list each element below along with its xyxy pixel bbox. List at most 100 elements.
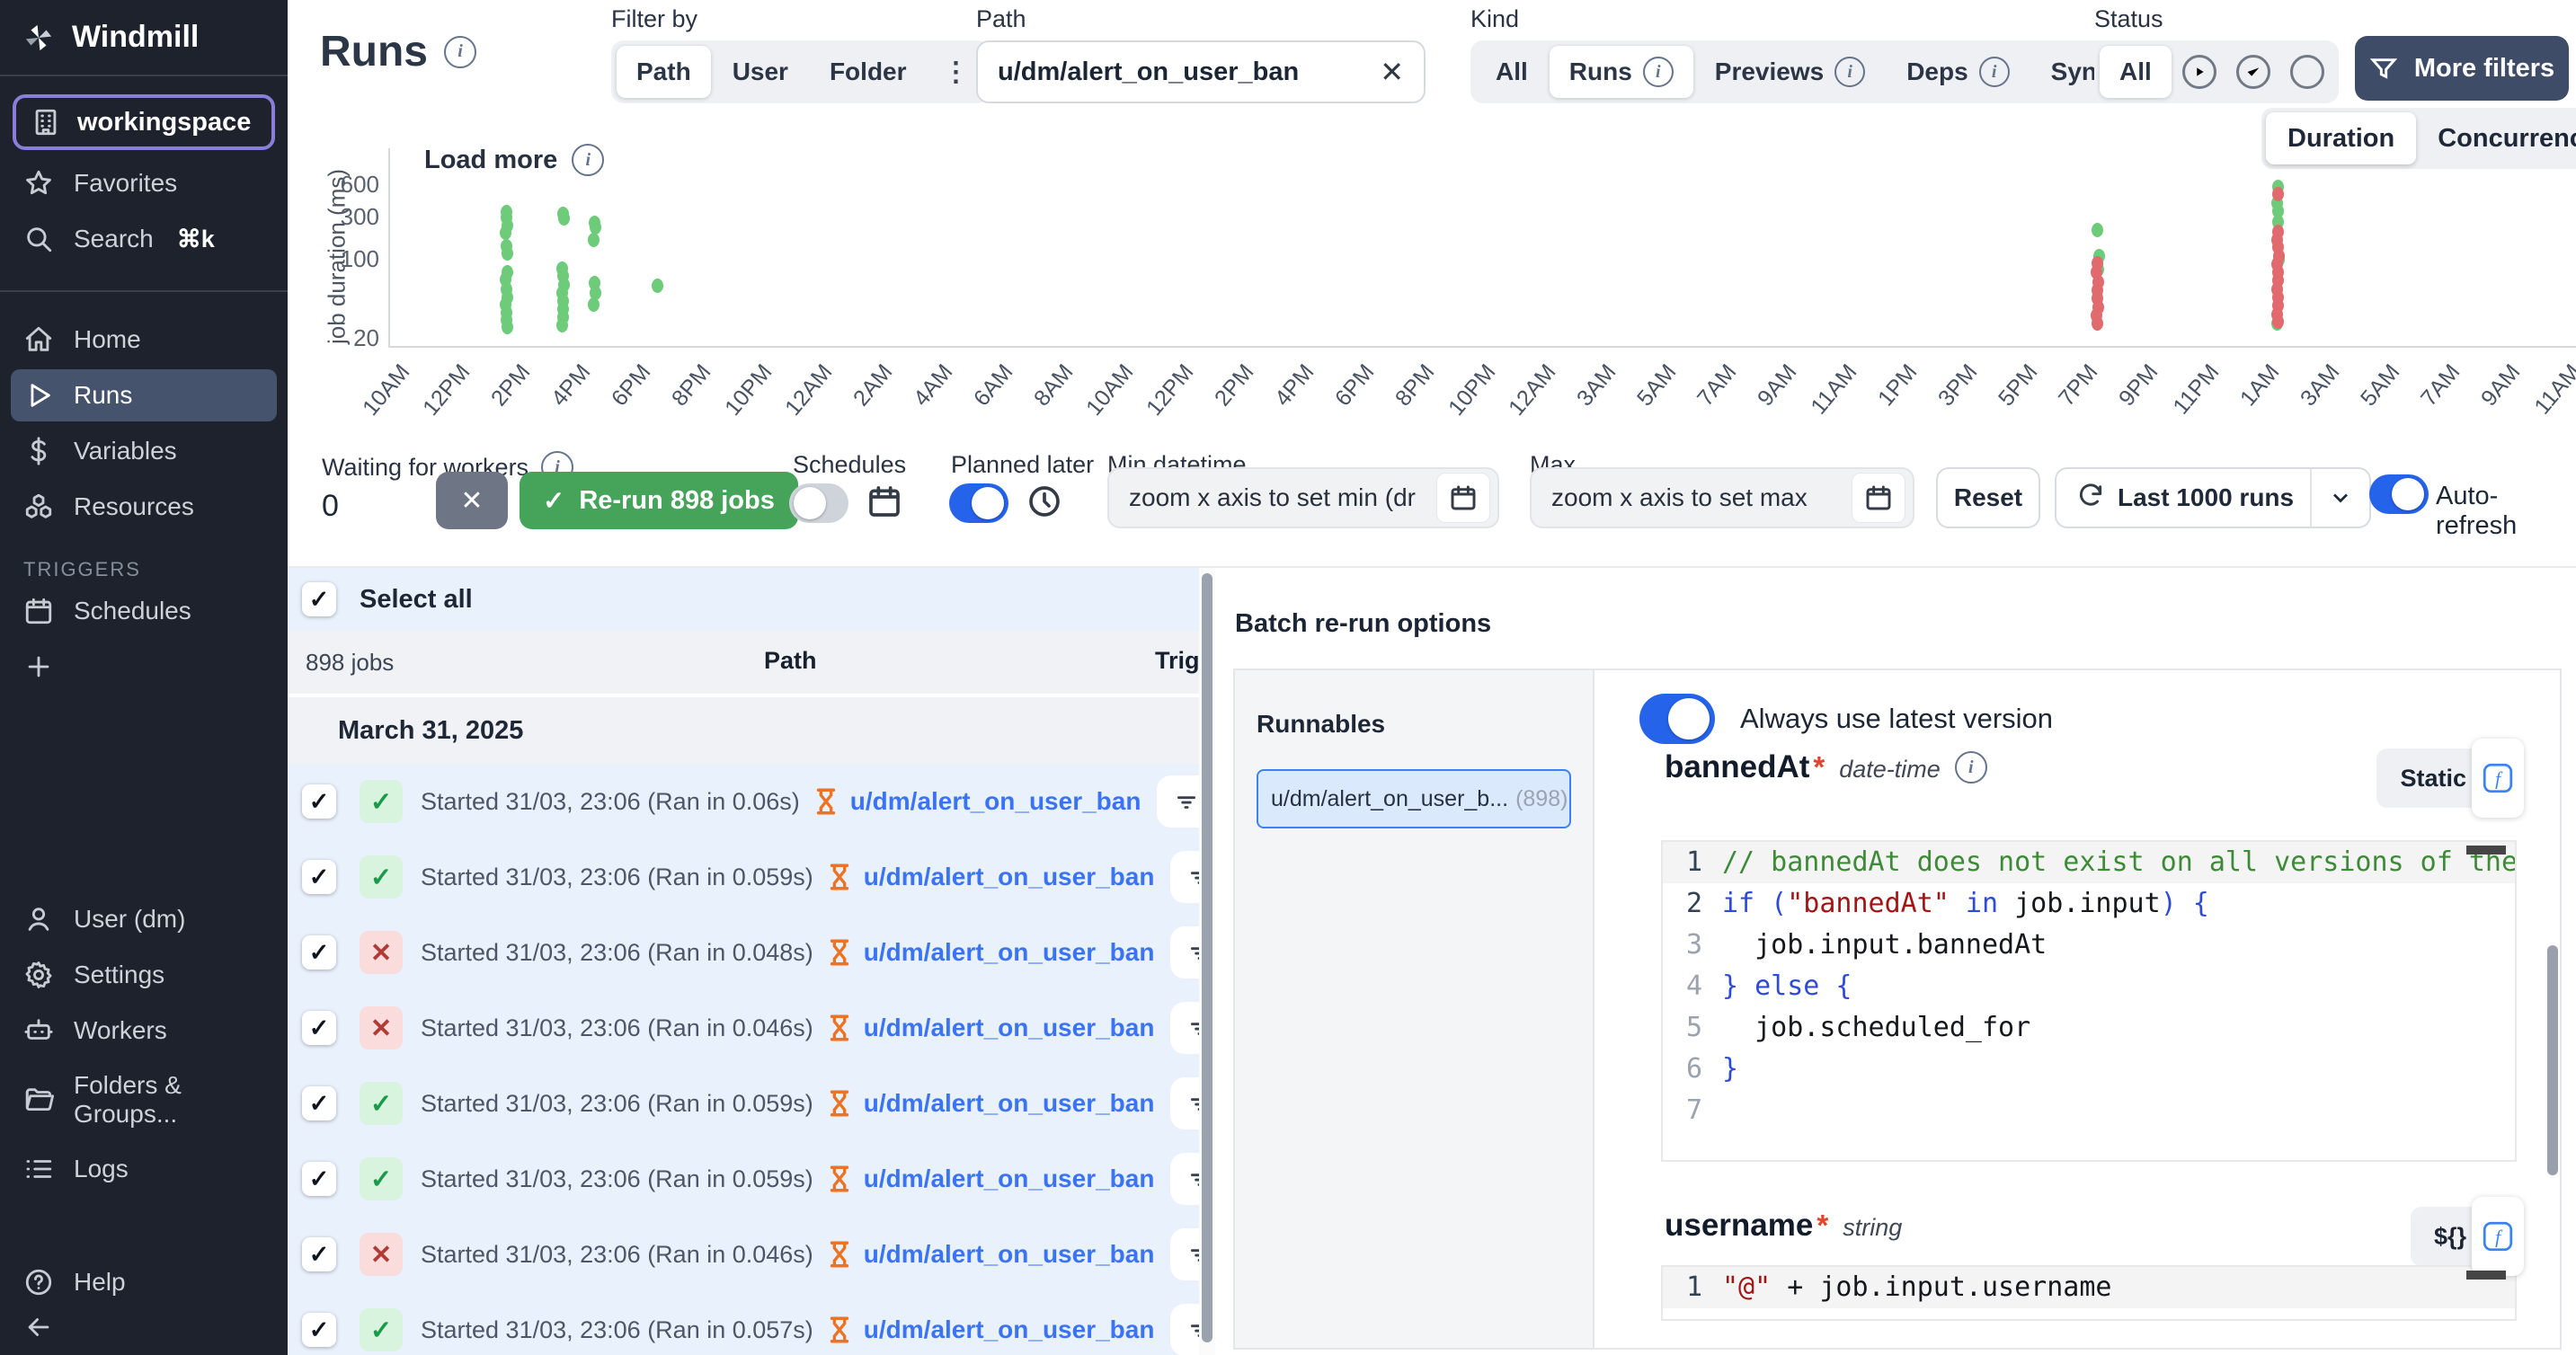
table-row[interactable]: ✓✓Started 31/03, 23:06 (Ran in 0.06s)u/d… [288, 764, 1199, 839]
failed-run-dot[interactable] [2092, 316, 2103, 331]
cancel-selection-button[interactable]: ✕ [436, 472, 508, 529]
sidebar-item-schedules[interactable]: Schedules [0, 583, 288, 639]
success-run-dot[interactable] [558, 211, 570, 226]
row-checkbox[interactable]: ✓ [302, 1011, 336, 1045]
sidebar-item-home[interactable]: Home [0, 312, 288, 368]
schedules-toggle[interactable] [789, 483, 848, 523]
sidebar-item-workers[interactable]: Workers [0, 1003, 288, 1058]
min-datetime-input[interactable]: zoom x axis to set min (dr [1107, 467, 1499, 528]
code-editor-username[interactable]: 1"@" + job.input.username [1661, 1265, 2517, 1321]
row-args-button[interactable] [1170, 1002, 1199, 1054]
run-path-link[interactable]: u/dm/alert_on_user_ban [864, 1165, 1155, 1193]
load-more-info-icon[interactable]: i [572, 144, 604, 176]
row-args-button[interactable] [1157, 775, 1199, 828]
chart-view-duration[interactable]: Duration [2266, 112, 2416, 164]
max-calendar-button[interactable] [1852, 473, 1905, 523]
sidebar-item-logs[interactable]: Logs [0, 1141, 288, 1197]
table-row[interactable]: ✓✕Started 31/03, 23:06 (Ran in 0.046s)u/… [288, 1217, 1199, 1292]
workspace-switcher[interactable]: workingspace [13, 94, 275, 150]
status-option-play-circle[interactable] [2173, 46, 2225, 98]
failed-run-dot[interactable] [2272, 187, 2284, 201]
sidebar-item-folders-groups[interactable]: Folders & Groups... [0, 1058, 288, 1141]
sidebar-item-variables[interactable]: Variables [0, 423, 288, 479]
kind-option-deps[interactable]: Depsi [1887, 46, 2029, 98]
row-args-button[interactable] [1170, 1228, 1199, 1280]
min-calendar-button[interactable] [1436, 473, 1490, 523]
sidebar-item-user-dm[interactable]: User (dm) [0, 891, 288, 947]
table-row[interactable]: ✓✓Started 31/03, 23:06 (Ran in 0.057s)u/… [288, 1292, 1199, 1355]
latest-version-toggle[interactable] [1639, 694, 1715, 744]
sidebar-item-settings[interactable]: Settings [0, 947, 288, 1003]
table-row[interactable]: ✓✕Started 31/03, 23:06 (Ran in 0.046s)u/… [288, 990, 1199, 1066]
mode-option-expression-button[interactable]: f [2472, 1197, 2524, 1276]
success-run-dot[interactable] [652, 279, 663, 293]
row-checkbox[interactable]: ✓ [302, 1162, 336, 1196]
list-scrollbar[interactable] [1199, 568, 1215, 1355]
success-run-dot[interactable] [588, 233, 600, 247]
runs-info-icon[interactable]: i [444, 36, 476, 68]
success-run-dot[interactable] [500, 226, 511, 240]
filter-by-option-user[interactable]: User [713, 46, 808, 98]
row-args-button[interactable] [1170, 1077, 1199, 1129]
sidebar-item-resources[interactable]: Resources [0, 479, 288, 535]
chart-view-concurrency[interactable]: Concurrency [2416, 112, 2576, 164]
kind-option-all[interactable]: All [1476, 46, 1548, 98]
panel-scrollbar-thumb[interactable] [2547, 945, 2558, 1175]
row-args-button[interactable] [1170, 1153, 1199, 1205]
table-row[interactable]: ✓✓Started 31/03, 23:06 (Ran in 0.059s)u/… [288, 1141, 1199, 1217]
run-path-link[interactable]: u/dm/alert_on_user_ban [864, 863, 1155, 891]
editor-hscrollbar-thumb[interactable] [2466, 846, 2506, 855]
status-option-alert-circle[interactable] [2281, 46, 2333, 98]
run-path-link[interactable]: u/dm/alert_on_user_ban [864, 1240, 1155, 1269]
filter-by-option-path[interactable]: Path [617, 46, 711, 98]
run-path-link[interactable]: u/dm/alert_on_user_ban [850, 787, 1141, 816]
rerun-jobs-button[interactable]: ✓ Re-run 898 jobs [520, 472, 798, 529]
success-run-dot[interactable] [556, 318, 568, 332]
table-row[interactable]: ✓✓Started 31/03, 23:06 (Ran in 0.059s)u/… [288, 1066, 1199, 1141]
sidebar-item-plus[interactable] [0, 639, 288, 695]
list-scrollbar-thumb[interactable] [1202, 573, 1212, 1342]
row-checkbox[interactable]: ✓ [302, 1086, 336, 1120]
load-more-button[interactable]: Load more i [424, 144, 604, 176]
path-input[interactable]: u/dm/alert_on_user_ban ✕ [976, 40, 1426, 103]
runs-window-button[interactable]: Last 1000 runs [2055, 467, 2371, 528]
success-run-dot[interactable] [2092, 223, 2103, 237]
editor-hscrollbar-thumb[interactable] [2466, 1271, 2506, 1280]
max-datetime-input[interactable]: zoom x axis to set max [1530, 467, 1914, 528]
filter-by-option-folder[interactable]: Folder [810, 46, 927, 98]
row-checkbox[interactable]: ✓ [302, 1237, 336, 1271]
mode-option-expression-button[interactable]: f [2472, 739, 2524, 818]
status-option-check-circle[interactable] [2227, 46, 2279, 98]
sidebar-item-help[interactable]: Help [0, 1254, 288, 1310]
collapse-sidebar-button[interactable] [0, 1310, 288, 1355]
runnable-item[interactable]: u/dm/alert_on_user_b... (898) [1257, 769, 1571, 828]
success-run-dot[interactable] [502, 246, 513, 261]
run-path-link[interactable]: u/dm/alert_on_user_ban [864, 1315, 1155, 1344]
field-info-icon[interactable]: i [1955, 751, 1987, 784]
table-row[interactable]: ✓✓Started 31/03, 23:06 (Ran in 0.059s)u/… [288, 839, 1199, 915]
row-checkbox[interactable]: ✓ [302, 1313, 336, 1347]
status-option-all[interactable]: All [2100, 46, 2172, 98]
more-filters-button[interactable]: More filters [2355, 36, 2569, 101]
select-all-checkbox[interactable]: ✓ [302, 582, 336, 616]
runs-chart[interactable]: Load more i DurationConcurrency job dura… [288, 108, 2576, 422]
planned-later-toggle[interactable] [949, 483, 1008, 523]
sidebar-item-favorites[interactable]: Favorites [0, 155, 288, 211]
reset-button[interactable]: Reset [1936, 467, 2040, 528]
run-path-link[interactable]: u/dm/alert_on_user_ban [864, 938, 1155, 967]
success-run-dot[interactable] [502, 320, 513, 334]
sidebar-item-runs[interactable]: Runs [11, 369, 277, 421]
sidebar-item-search[interactable]: Search⌘k [0, 211, 288, 267]
kind-option-previews[interactable]: Previewsi [1695, 46, 1885, 98]
autorefresh-toggle[interactable] [2369, 474, 2429, 514]
run-path-link[interactable]: u/dm/alert_on_user_ban [864, 1014, 1155, 1042]
failed-run-dot[interactable] [2272, 314, 2284, 329]
row-checkbox[interactable]: ✓ [302, 935, 336, 970]
table-row[interactable]: ✓✕Started 31/03, 23:06 (Ran in 0.048s)u/… [288, 915, 1199, 990]
app-logo[interactable]: Windmill [0, 0, 288, 75]
runs-window-dropdown[interactable] [2310, 469, 2369, 527]
row-args-button[interactable] [1170, 926, 1199, 979]
kind-option-runs[interactable]: Runsi [1550, 46, 1693, 98]
row-checkbox[interactable]: ✓ [302, 860, 336, 894]
row-args-button[interactable] [1170, 851, 1199, 903]
